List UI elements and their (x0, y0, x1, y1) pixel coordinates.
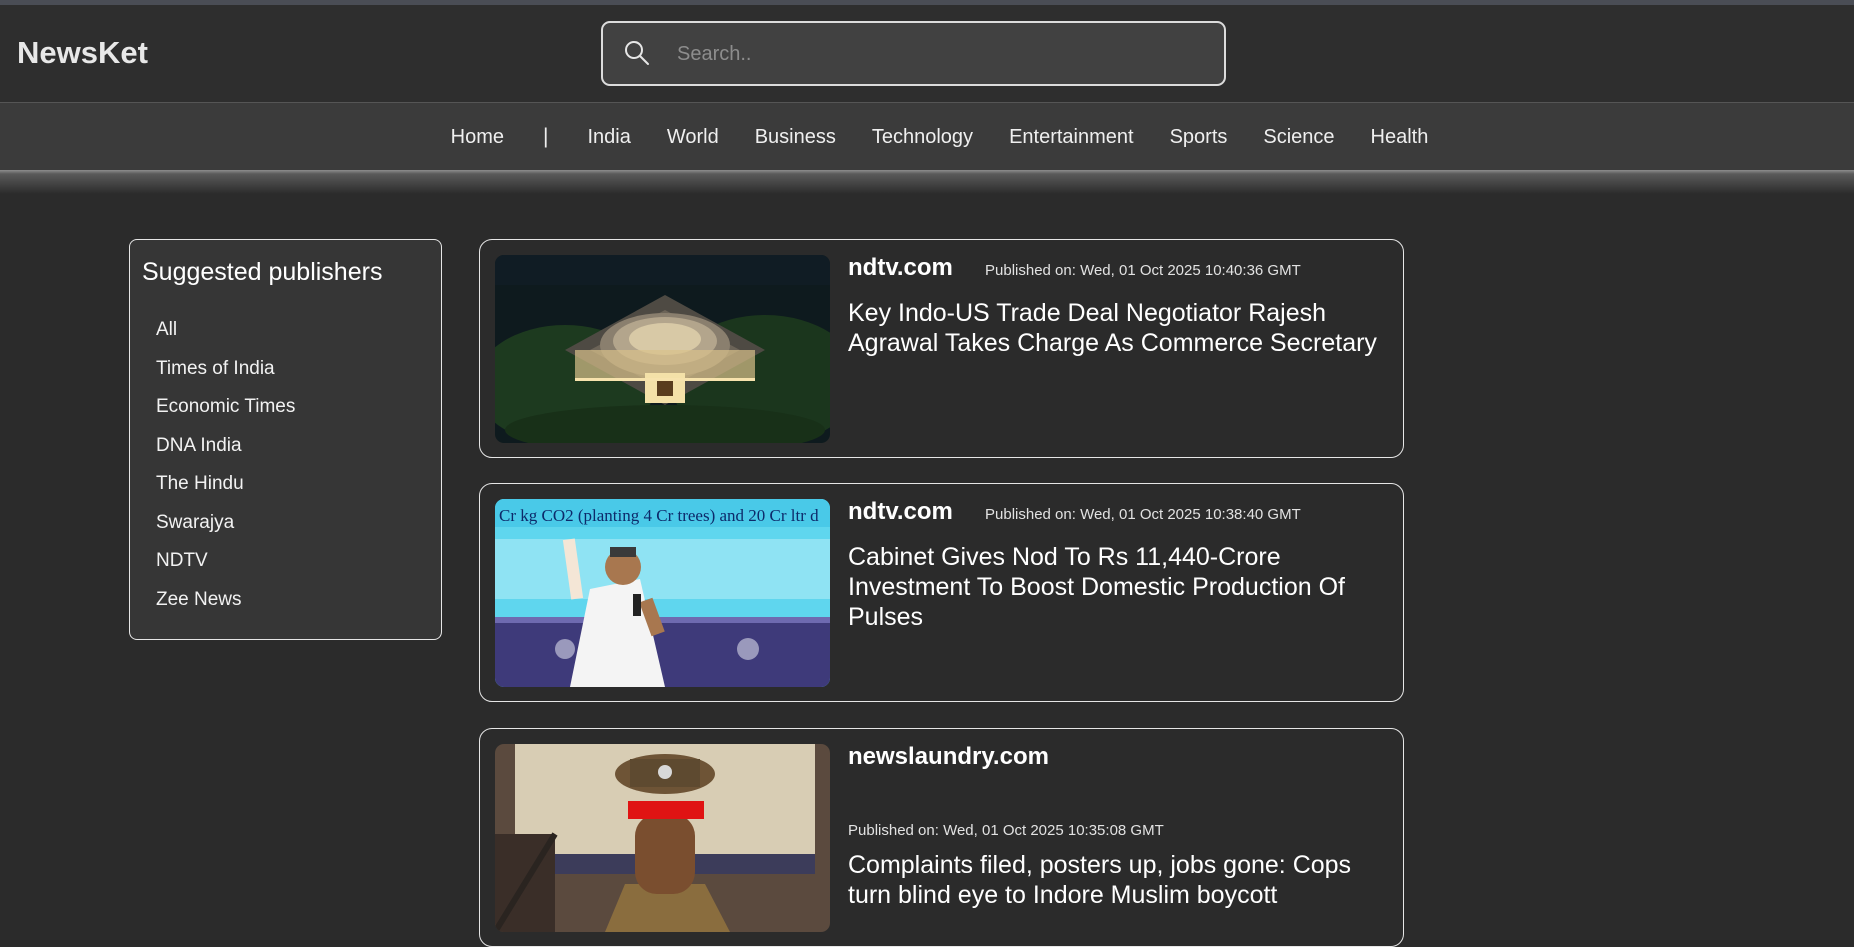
search-input[interactable] (675, 35, 1195, 73)
nav-entertainment[interactable]: Entertainment (1009, 126, 1134, 149)
publisher-item-times-of-india[interactable]: Times of India (156, 358, 295, 397)
article-image-parliament[interactable] (495, 255, 830, 443)
article-date: Published on: Wed, 01 Oct 2025 10:38:40 … (985, 506, 1301, 523)
article-headline[interactable]: Complaints filed, posters up, jobs gone:… (848, 850, 1378, 910)
article-headline[interactable]: Key Indo-US Trade Deal Negotiator Rajesh… (848, 298, 1378, 358)
publisher-item-economic-times[interactable]: Economic Times (156, 396, 295, 435)
article-headline[interactable]: Cabinet Gives Nod To Rs 11,440-Crore Inv… (848, 542, 1378, 632)
article-image-police-illustration[interactable] (495, 744, 830, 932)
article-card[interactable]: Cr kg CO2 (planting 4 Cr trees) and 20 C… (479, 483, 1404, 702)
publisher-item-swarajya[interactable]: Swarajya (156, 512, 295, 551)
site-header: NewsKet (0, 5, 1854, 102)
publisher-item-dna-india[interactable]: DNA India (156, 435, 295, 474)
article-source[interactable]: newslaundry.com (848, 743, 1049, 771)
nav-separator: | (543, 125, 549, 148)
article-date: Published on: Wed, 01 Oct 2025 10:40:36 … (985, 262, 1301, 279)
article-source[interactable]: ndtv.com (848, 498, 953, 526)
publisher-item-the-hindu[interactable]: The Hindu (156, 473, 295, 512)
nav-sports[interactable]: Sports (1170, 126, 1228, 149)
article-date: Published on: Wed, 01 Oct 2025 10:35:08 … (848, 822, 1164, 839)
article-image-speaker[interactable]: Cr kg CO2 (planting 4 Cr trees) and 20 C… (495, 499, 830, 687)
panel-title: Suggested publishers (142, 258, 383, 286)
search-icon (625, 41, 649, 65)
nav-technology[interactable]: Technology (872, 126, 973, 149)
publisher-item-ndtv[interactable]: NDTV (156, 550, 295, 589)
publisher-item-all[interactable]: All (156, 319, 295, 358)
image-caption-text: Cr kg CO2 (planting 4 Cr trees) and 20 C… (499, 506, 819, 525)
nav-home[interactable]: Home (451, 126, 504, 149)
nav-world[interactable]: World (667, 126, 719, 149)
publisher-item-zee-news[interactable]: Zee News (156, 589, 295, 628)
site-logo[interactable]: NewsKet (17, 35, 148, 71)
nav-science[interactable]: Science (1263, 126, 1334, 149)
suggested-publishers-panel: Suggested publishers All Times of India … (129, 239, 442, 640)
article-card[interactable]: ndtv.com Published on: Wed, 01 Oct 2025 … (479, 239, 1404, 458)
article-card[interactable]: newslaundry.com Published on: Wed, 01 Oc… (479, 728, 1404, 947)
nav-india[interactable]: India (587, 126, 630, 149)
publisher-list: All Times of India Economic Times DNA In… (156, 319, 295, 627)
search-box[interactable] (601, 21, 1226, 86)
article-source[interactable]: ndtv.com (848, 254, 953, 282)
nav-shadow (0, 170, 1854, 194)
category-nav: Home | India World Business Technology E… (0, 102, 1854, 170)
nav-health[interactable]: Health (1371, 126, 1429, 149)
nav-business[interactable]: Business (755, 126, 836, 149)
